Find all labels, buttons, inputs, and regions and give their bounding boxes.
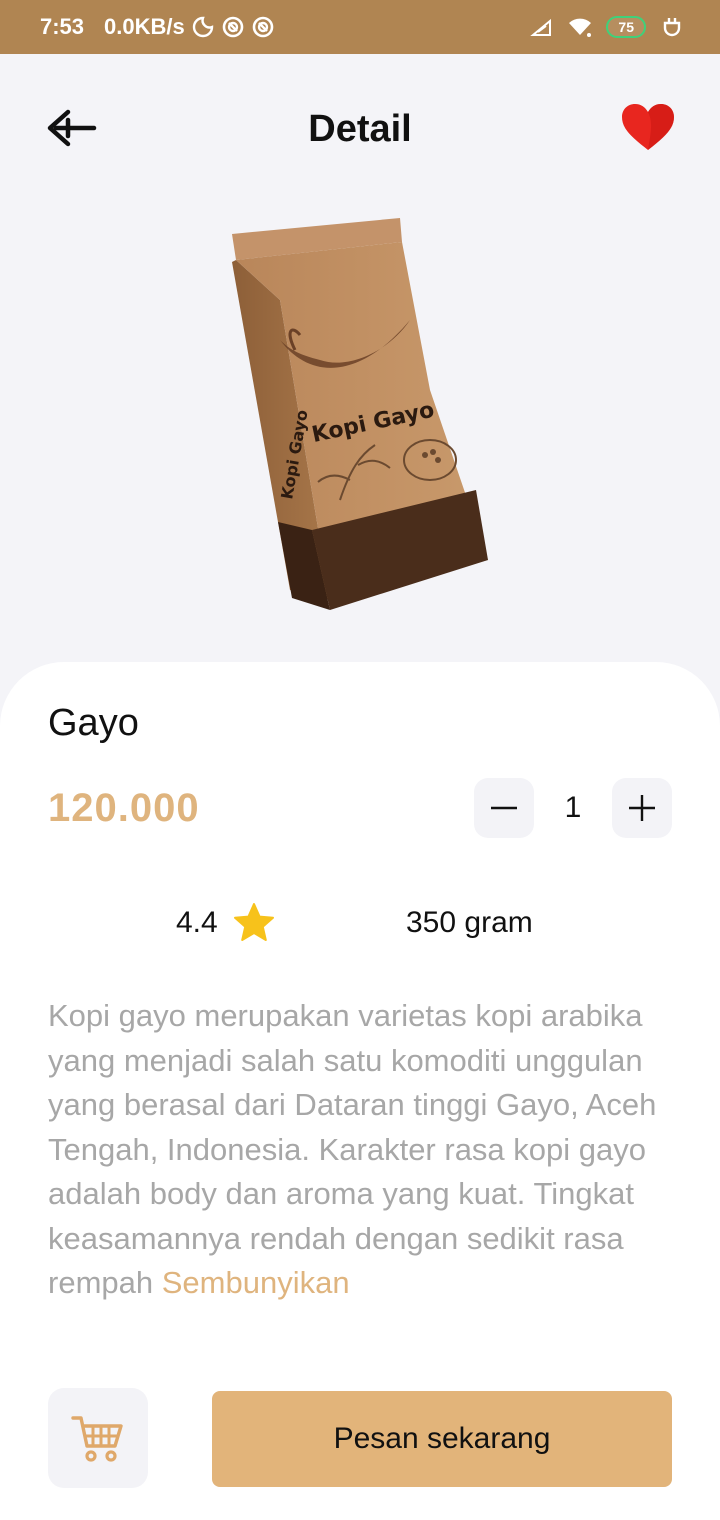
- wifi-icon: [569, 18, 592, 37]
- star-icon: [233, 903, 274, 941]
- page-title: Detail: [308, 108, 412, 150]
- signal-icon: [530, 18, 552, 36]
- cart-icon: [71, 1416, 123, 1462]
- do-not-disturb-icon: [192, 16, 213, 38]
- status-net-speed: 0.0KB/s: [104, 14, 185, 39]
- product-weight: 350 gram: [406, 906, 533, 939]
- status-bar: 7:53 0.0KB/s 75: [0, 0, 720, 54]
- app-notification-icon: [252, 16, 274, 38]
- quantity-stepper: 1: [474, 778, 672, 838]
- decrease-quantity-button[interactable]: [474, 778, 534, 838]
- favorite-button[interactable]: [620, 102, 676, 154]
- product-rating: 4.4: [176, 902, 276, 944]
- order-now-button[interactable]: Pesan sekarang: [212, 1391, 672, 1487]
- description-text: Kopi gayo merupakan varietas kopi arabik…: [48, 998, 657, 1300]
- heart-icon: [622, 104, 674, 150]
- product-price: 120.000: [48, 786, 200, 830]
- increase-quantity-button[interactable]: [612, 778, 672, 838]
- header: Detail: [0, 90, 720, 170]
- plus-icon: [629, 795, 655, 821]
- detail-sheet: Gayo 120.000 1 4.4 350 gram Kopi gayo me…: [0, 662, 720, 1520]
- hide-description-link[interactable]: Sembunyikan: [162, 1265, 350, 1300]
- product-image: Kopi Gayo Kopi Gayo: [232, 218, 488, 610]
- minus-icon: [491, 806, 517, 810]
- product-description: Kopi gayo merupakan varietas kopi arabik…: [48, 994, 678, 1306]
- quantity-value: 1: [564, 791, 582, 824]
- battery-indicator: 75: [606, 16, 646, 38]
- status-time: 7:53: [40, 14, 85, 39]
- rating-value: 4.4: [176, 906, 218, 939]
- product-name: Gayo: [48, 702, 139, 744]
- charging-icon: [663, 18, 681, 37]
- add-to-cart-button[interactable]: [48, 1388, 148, 1488]
- app-notification-icon: [222, 16, 244, 38]
